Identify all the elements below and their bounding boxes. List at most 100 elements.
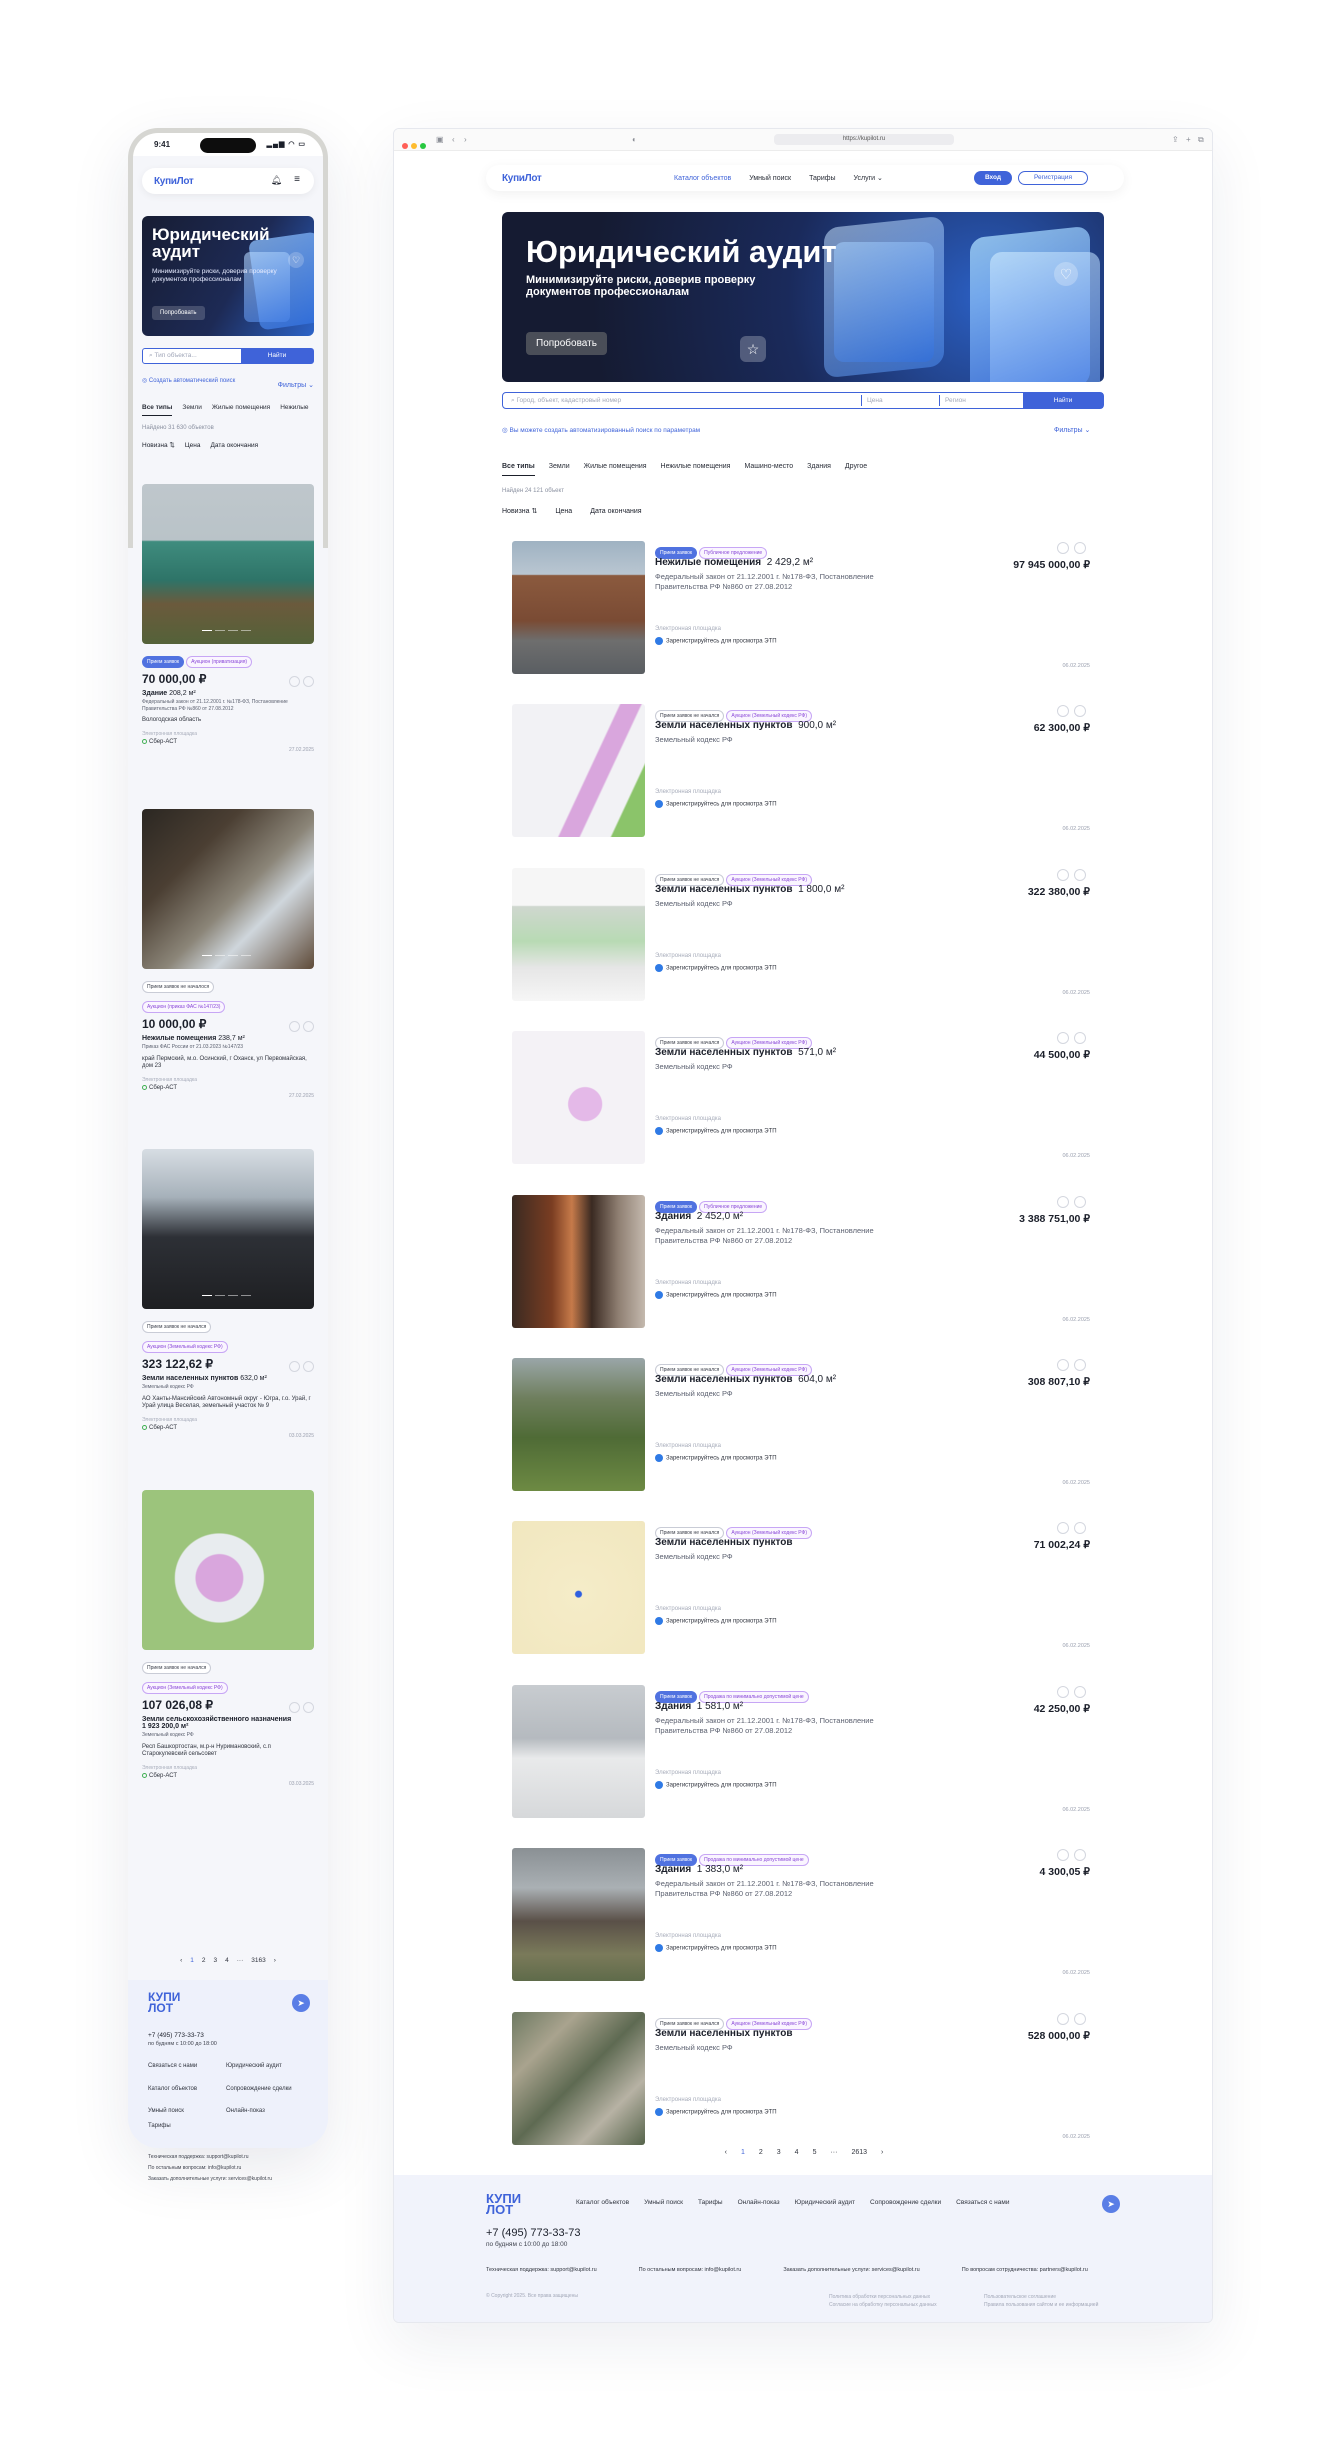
page-link[interactable]: 4: [225, 1957, 229, 1964]
favorite-icon[interactable]: [1074, 868, 1086, 881]
register-to-view-link[interactable]: Зарегистрируйтесь для просмотра ЭТП: [655, 963, 777, 972]
compare-icon[interactable]: [1057, 705, 1069, 718]
listing-photo[interactable]: [142, 1149, 314, 1309]
favorite-icon[interactable]: [1074, 1522, 1086, 1535]
footer-mail-info[interactable]: По остальным вопросам: info@kupilot.ru: [639, 2267, 742, 2273]
compare-icon[interactable]: [289, 1021, 300, 1032]
compare-icon[interactable]: [1057, 1685, 1069, 1698]
search-input[interactable]: ⌕ Город, объект, кадастровый номер: [511, 397, 621, 405]
favorite-icon[interactable]: [1074, 705, 1086, 718]
footer-link-legal-audit[interactable]: Юридический аудит: [226, 2062, 286, 2070]
maximize-icon[interactable]: [420, 143, 426, 149]
footer-logo[interactable]: КУПИ ЛОТ: [486, 2192, 526, 2216]
listing-map[interactable]: [142, 1490, 314, 1650]
page-link[interactable]: 3163: [251, 1957, 265, 1964]
tab-land[interactable]: Земли: [549, 463, 570, 475]
auto-search-link[interactable]: ◎ Создать автоматический поиск: [142, 378, 242, 385]
favorite-icon[interactable]: [1074, 1359, 1086, 1371]
policy-rules[interactable]: Правила пользования сайтом и ее информац…: [984, 2301, 1098, 2309]
compare-icon[interactable]: [1057, 1849, 1069, 1862]
page-link[interactable]: 2: [759, 2149, 763, 2156]
footer-phone[interactable]: +7 (495) 773-33-73: [148, 2032, 204, 2039]
search-button[interactable]: Найти: [241, 349, 313, 363]
policy-terms[interactable]: Пользовательское соглашение: [984, 2293, 1098, 2301]
compare-icon[interactable]: [1057, 2012, 1069, 2025]
listing-photo[interactable]: [512, 1521, 645, 1655]
share-icon[interactable]: ⇪: [1172, 135, 1179, 144]
footer-link-catalog[interactable]: Каталог объектов: [148, 2085, 197, 2093]
listing-title[interactable]: Земли населенных пунктов 1 800,0 м²: [655, 884, 844, 895]
register-to-view-link[interactable]: Зарегистрируйтесь для просмотра ЭТП: [655, 2107, 777, 2116]
favorite-icon[interactable]: [1074, 1849, 1086, 1862]
listing-card[interactable]: Прием заявок не началося Аукцион (приказ …: [142, 809, 314, 1099]
listing-photo[interactable]: [512, 1031, 645, 1165]
listing-photo[interactable]: [512, 1848, 645, 1982]
photo-pager[interactable]: [202, 618, 254, 636]
page-link[interactable]: 3: [214, 1957, 218, 1964]
listing-title[interactable]: Здания 1 383,0 м²: [655, 1864, 743, 1875]
favorite-icon[interactable]: [303, 1361, 314, 1372]
compare-icon[interactable]: [1057, 868, 1069, 881]
listing-card[interactable]: Прием заявок Продажа по минимально допуст…: [512, 1684, 1096, 1819]
nav-services[interactable]: Услуги ⌄: [854, 175, 883, 182]
search-bar[interactable]: ⌕ Тип объекта... Найти: [142, 348, 314, 364]
listing-card[interactable]: Прием заявок не начался Аукцион (Земельны…: [512, 1521, 1096, 1655]
shield-icon[interactable]: ◐: [632, 135, 637, 144]
address-bar[interactable]: https://kupilot.ru: [774, 134, 954, 145]
nav-catalog[interactable]: Каталог объектов: [674, 175, 731, 182]
price-input[interactable]: Цена: [867, 397, 883, 404]
logo[interactable]: КупиЛот: [154, 176, 194, 187]
tab-residential[interactable]: Жилые помещения: [584, 463, 647, 475]
compare-icon[interactable]: [1057, 1195, 1069, 1208]
telegram-icon[interactable]: ➤: [292, 1994, 310, 2012]
heart-icon[interactable]: ♡: [1054, 262, 1078, 286]
favorite-icon[interactable]: [1074, 542, 1086, 554]
footer-mail-partners[interactable]: По вопросам сотрудничества: partners@kup…: [962, 2267, 1088, 2273]
footer-link-smart-search[interactable]: Умный поиск: [148, 2107, 184, 2115]
listing-photo[interactable]: [142, 809, 314, 969]
page-link[interactable]: 2: [202, 1957, 206, 1964]
footer-link-online-show[interactable]: Онлайн-показ: [226, 2107, 265, 2115]
favorite-icon[interactable]: [1074, 2012, 1086, 2025]
tab-residential[interactable]: Жилые помещения: [212, 404, 270, 415]
listing-card[interactable]: Прием заявок Аукцион (приватизация) 70 00…: [142, 484, 314, 753]
footer-mail-support[interactable]: Техническая поддержка: support@kupilot.r…: [486, 2267, 597, 2273]
favorite-icon[interactable]: [1074, 1195, 1086, 1208]
listing-card[interactable]: Прием заявок не начался Аукцион (Земельны…: [512, 2011, 1096, 2146]
footer-link-catalog[interactable]: Каталог объектов: [576, 2199, 629, 2206]
favorite-icon[interactable]: [1074, 1032, 1086, 1045]
sort-newest[interactable]: Новизна ⇅: [142, 442, 175, 449]
tab-all[interactable]: Все типы: [502, 463, 535, 476]
footer-link-contact[interactable]: Связаться с нами: [956, 2199, 1009, 2206]
nav-smart-search[interactable]: Умный поиск: [749, 175, 791, 182]
page-prev[interactable]: ‹: [725, 2149, 727, 2156]
region-input[interactable]: Регион: [945, 397, 966, 404]
footer-link-deal-support[interactable]: Сопровождение сделки: [226, 2085, 296, 2093]
favorite-icon[interactable]: [303, 1021, 314, 1032]
footer-mail-info[interactable]: По остальным вопросам: info@kupilot.ru: [148, 2163, 272, 2174]
banner-try-button[interactable]: Попробовать: [152, 306, 205, 320]
register-to-view-link[interactable]: Зарегистрируйтесь для просмотра ЭТП: [655, 1454, 777, 1462]
promo-banner[interactable]: Юридический аудит Минимизируйте риски, д…: [502, 212, 1104, 382]
footer-link-online-show[interactable]: Онлайн-показ: [738, 2199, 780, 2206]
footer-phone[interactable]: +7 (495) 773-33-73: [486, 2227, 580, 2239]
page-link[interactable]: 1: [190, 1957, 194, 1964]
tab-other[interactable]: Другое: [845, 463, 867, 475]
compare-icon[interactable]: [289, 1702, 300, 1713]
listing-title[interactable]: Земли населенных пунктов: [655, 2028, 798, 2039]
sort-price[interactable]: Цена: [185, 442, 201, 449]
listing-card[interactable]: Прием заявок не начался Аукцион (Земельны…: [512, 1031, 1096, 1165]
star-icon[interactable]: ☆: [740, 336, 766, 362]
tab-nonresidential[interactable]: Нежилые: [280, 404, 308, 415]
listing-title[interactable]: Земли населенных пунктов 900,0 м²: [655, 720, 836, 731]
footer-link-legal-audit[interactable]: Юридический аудит: [795, 2199, 855, 2206]
logo[interactable]: КупиЛот: [502, 173, 542, 184]
register-to-view-link[interactable]: Зарегистрируйтесь для просмотра ЭТП: [655, 1780, 777, 1789]
minimize-icon[interactable]: [411, 143, 417, 149]
close-icon[interactable]: [402, 143, 408, 149]
tab-buildings[interactable]: Здания: [807, 463, 831, 475]
listing-title[interactable]: Земли населенных пунктов 604,0 м²: [655, 1374, 836, 1385]
listing-title[interactable]: Нежилые помещения 2 429,2 м²: [655, 557, 813, 568]
listing-card[interactable]: Прием заявок не начался Аукцион (Земельны…: [512, 704, 1096, 838]
promo-banner[interactable]: Юридический аудит Минимизируйте риски, д…: [142, 216, 314, 336]
